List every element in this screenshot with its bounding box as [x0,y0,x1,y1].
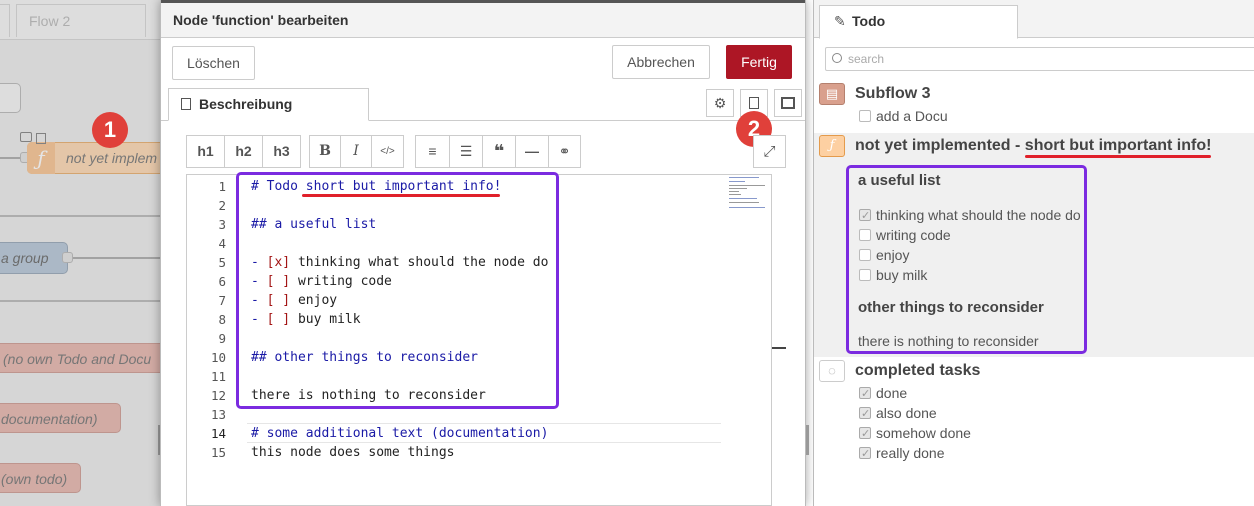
workspace-scrim [0,0,160,506]
search-icon [832,53,842,63]
tab-todo-label: Todo [852,13,886,29]
line-number: 1 [218,179,226,194]
checkbox[interactable] [859,110,871,122]
expand-icon[interactable]: ⤢ [753,135,786,168]
document-icon [181,98,191,110]
line-number: 6 [218,274,226,289]
frame-icon[interactable] [774,89,802,117]
sidebar-resize-handle[interactable] [806,425,809,455]
tab-todo[interactable]: ✎ Todo [819,5,1018,39]
edit-tray: Node 'function' bearbeiten Löschen Abbre… [160,0,806,506]
code-line: this node does some things [251,445,455,460]
todo-item-label: somehow done [876,425,971,441]
italic-button[interactable]: I [341,136,372,167]
line-number: 12 [210,388,226,403]
todo-group-title: not yet implemented - short but importan… [855,137,1211,155]
cancel-button[interactable]: Abbrechen [612,45,710,79]
annotation-box-sidebar [846,165,1087,354]
unordered-list-icon[interactable]: ☰ [450,136,483,167]
todo-group-subflow[interactable]: ▤ Subflow 3 [814,82,1254,108]
quote-icon[interactable]: ❝ [483,136,516,167]
tab-description[interactable]: Beschreibung [168,88,369,121]
tray-header: Node 'function' bearbeiten [161,0,805,38]
sidebar-tabbar: ✎ Todo [814,0,1254,39]
annotation-badge-1: 1 [92,112,128,148]
annotation-box-editor [236,172,559,409]
todo-item-label: also done [876,405,937,421]
h2-button[interactable]: h2 [225,136,263,167]
line-number: 3 [218,217,226,232]
line-number: 2 [218,198,226,213]
todo-group-title-highlight: short but important info! [1024,137,1212,154]
h3-button[interactable]: h3 [263,136,300,167]
ordered-list-icon[interactable]: ≡ [416,136,450,167]
todo-item-label: really done [876,445,945,461]
rule-icon[interactable]: — [516,136,549,167]
annotation-underline-sidebar [1025,155,1211,158]
todo-sidebar: ✎ Todo search ▤ Subflow 3 add a Docu ƒ n… [813,0,1254,506]
function-icon: ƒ [819,135,845,157]
checkbox[interactable] [859,404,871,424]
subflow-icon: ▤ [819,83,845,105]
line-number: 14 [210,426,226,441]
todo-group-title-prefix: not yet implemented - [855,137,1025,154]
checkbox[interactable] [859,444,871,464]
search-placeholder: search [848,52,885,66]
line-number: 8 [218,312,226,327]
todo-item-label: done [876,385,908,401]
line-number: 13 [210,407,226,422]
annotation-underline-editor [302,194,500,197]
tray-title: Node 'function' bearbeiten [173,12,349,28]
tray-tabbar: Beschreibung ⚙ [161,88,805,121]
line-number: 9 [218,331,226,346]
line-number: 7 [218,293,226,308]
line-number: 10 [210,350,226,365]
checkbox[interactable] [859,384,871,404]
todo-group-title: Subflow 3 [855,85,931,102]
checkbox[interactable] [859,424,871,444]
line-number: 11 [210,369,226,384]
line-number: 4 [218,236,226,251]
code-button[interactable]: </> [372,136,403,167]
line-number: 5 [218,255,226,270]
todo-group-title: completed tasks [855,362,981,379]
gear-icon[interactable]: ⚙ [706,89,734,117]
heading-toolbar: h1 h2 h3 [186,135,301,168]
tab-description-label: Beschreibung [199,96,293,112]
todo-item-label: add a Docu [876,108,948,124]
search-input[interactable]: search [825,47,1254,71]
todo-group-completed[interactable]: ◌ completed tasks [814,359,1254,385]
link-icon[interactable]: ⚭ [549,136,580,167]
flow-workspace: Flow 2 not yet implem ƒ a group (no own … [0,0,160,506]
delete-button[interactable]: Löschen [172,46,255,80]
h1-button[interactable]: h1 [187,136,225,167]
editor-minimap[interactable] [727,175,772,215]
format-toolbar: B I </> [309,135,404,168]
editor-gutter: 1 2 3 4 5 6 7 8 9 10 11 12 13 14 15 [187,175,232,505]
bold-button[interactable]: B [310,136,341,167]
done-button[interactable]: Fertig [726,45,792,79]
code-line: # some additional text (documentation) [251,426,549,441]
comment-icon: ◌ [819,360,845,382]
editor-scroll-marker [772,347,786,349]
block-toolbar: ≡ ☰ ❝ — ⚭ [415,135,581,168]
edit-icon: ✎ [834,13,846,29]
line-number: 15 [210,445,226,460]
